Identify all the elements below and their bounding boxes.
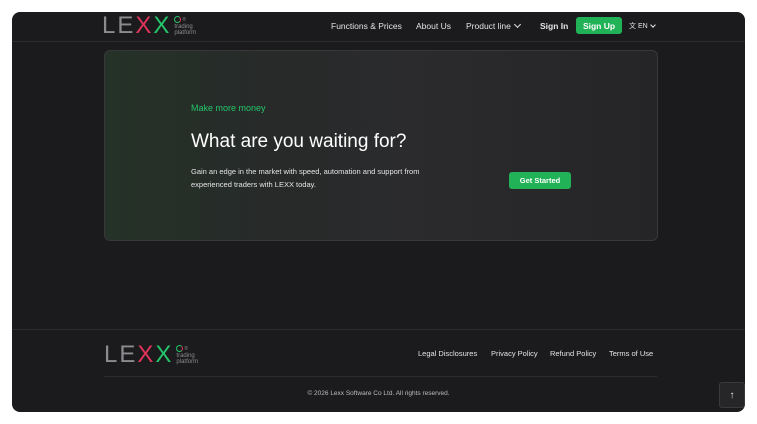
logo-wordmark: LEXX (102, 14, 171, 38)
nav-product-line-label: Product line (466, 20, 511, 31)
hero-eyebrow: Make more money (191, 103, 266, 113)
footer-link-legal[interactable]: Legal Disclosures (418, 349, 477, 358)
footer-logo-letter-x1: X (137, 341, 156, 368)
footer-logo-wordmark: LEXX (104, 343, 173, 367)
logo-letter-x2: X (153, 12, 172, 39)
logo-tagline: ® trading platform (174, 15, 196, 36)
copyright-text: © 2026 Lexx Software Co Ltd. All rights … (307, 390, 450, 397)
language-selector[interactable]: 文 EN (629, 21, 656, 31)
hero-description: Gain an edge in the market with speed, a… (191, 167, 420, 189)
cta-card: Make more money What are you waiting for… (104, 50, 658, 241)
site-header: LEXX ® trading platform Functions & Pric… (12, 12, 745, 42)
footer-logo[interactable]: LEXX ® trading platform (104, 343, 198, 367)
footer-logo-tagline-line2: platform (176, 359, 199, 365)
sign-in-link[interactable]: Sign In (540, 21, 568, 31)
footer-logo-letter-x2: X (155, 341, 174, 368)
arrow-up-icon: ↑ (729, 389, 735, 401)
footer-link-refund[interactable]: Refund Policy (550, 349, 596, 358)
logo-mark: ® (174, 15, 196, 24)
logo-letter-e: E (117, 12, 136, 39)
footer-link-privacy[interactable]: Privacy Policy (491, 349, 538, 358)
footer-logo-letter-e: E (119, 341, 138, 368)
header-logo[interactable]: LEXX ® trading platform (102, 14, 196, 38)
logo-letter-l: L (102, 12, 118, 39)
logo-letter-x1: X (135, 12, 154, 39)
hero-headline: What are you waiting for? (191, 131, 407, 152)
footer-border (12, 329, 745, 330)
sign-up-button[interactable]: Sign Up (576, 17, 622, 34)
language-label: EN (638, 22, 648, 30)
footer-link-terms[interactable]: Terms of Use (609, 349, 653, 358)
chevron-down-icon (513, 20, 521, 28)
page-frame: LEXX ® trading platform Functions & Pric… (12, 12, 745, 412)
footer-logo-letter-l: L (104, 341, 120, 368)
footer-divider (104, 376, 657, 377)
logo-tagline-line2: platform (174, 30, 197, 36)
scroll-to-top-button[interactable]: ↑ (719, 382, 745, 408)
footer-logo-mark: ® (176, 344, 198, 353)
footer-logo-registered: ® (184, 345, 189, 352)
logo-ring-icon (176, 345, 184, 352)
chevron-down-icon (649, 22, 656, 28)
nav-product-line[interactable]: Product line (466, 20, 521, 31)
logo-ring-icon (174, 16, 182, 23)
get-started-button[interactable]: Get Started (509, 172, 571, 189)
nav-functions-prices[interactable]: Functions & Prices (331, 21, 402, 31)
nav-about-us[interactable]: About Us (416, 21, 451, 31)
logo-registered: ® (182, 16, 187, 23)
footer-logo-tagline: ® trading platform (176, 344, 198, 365)
language-icon: 文 (629, 23, 636, 30)
